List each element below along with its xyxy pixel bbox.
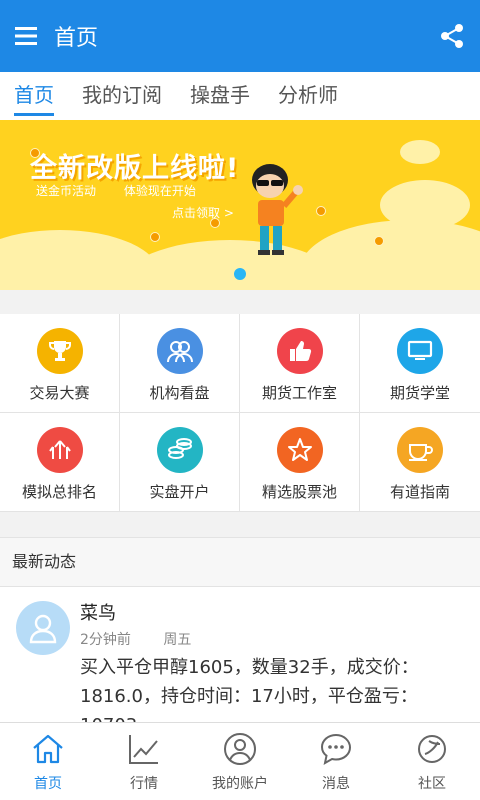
tab-subscriptions[interactable]: 我的订阅	[82, 72, 162, 120]
promo-banner[interactable]: 全新改版上线啦! 送金币活动 体验现在开始 点击领取 >	[0, 120, 480, 290]
arrows-up-icon	[36, 427, 83, 473]
grid-item-label: 有道指南	[389, 483, 450, 501]
nav-market[interactable]: 行情	[96, 723, 192, 800]
latest-section-title: 最新动态	[0, 537, 480, 587]
grid-item-institution-view[interactable]: 机构看盘	[120, 314, 240, 413]
home-icon	[30, 731, 66, 767]
share-button[interactable]	[438, 22, 466, 50]
trophy-icon	[36, 328, 83, 374]
nav-home[interactable]: 首页	[0, 723, 96, 800]
banner-subtitle: 送金币活动 体验现在开始	[36, 182, 220, 199]
feed-time: 2分钟前	[80, 632, 131, 648]
community-icon	[414, 731, 450, 767]
bottom-nav: 首页 行情 我的账户 消息 社区	[0, 722, 480, 800]
tab-analysts[interactable]: 分析师	[278, 72, 338, 120]
nav-account[interactable]: 我的账户	[192, 723, 288, 800]
grid-item-label: 期货工作室	[261, 384, 337, 402]
page-title: 首页	[54, 26, 99, 51]
group-icon	[156, 328, 203, 374]
grid-item-guide[interactable]: 有道指南	[360, 413, 480, 512]
menu-icon	[15, 27, 37, 45]
cartoon-character	[252, 164, 303, 255]
grid-item-futures-school[interactable]: 期货学堂	[360, 314, 480, 413]
grid-item-label: 交易大赛	[29, 384, 90, 402]
grid-item-label: 精选股票池	[261, 483, 337, 501]
tab-home[interactable]: 首页	[14, 72, 54, 120]
nav-label: 首页	[34, 776, 62, 792]
nav-label: 社区	[418, 776, 446, 792]
avatar[interactable]	[16, 601, 70, 655]
feed-user-name[interactable]: 菜鸟	[80, 599, 116, 625]
grid-item-label: 机构看盘	[149, 384, 210, 402]
banner-sub-left: 送金币活动	[36, 184, 97, 198]
grid-item-simulated-ranking[interactable]: 模拟总排名	[0, 413, 120, 512]
share-icon	[441, 24, 463, 48]
star-icon	[276, 427, 323, 473]
nav-messages[interactable]: 消息	[288, 723, 384, 800]
grid-item-open-account[interactable]: 实盘开户	[120, 413, 240, 512]
grid-item-stock-pool[interactable]: 精选股票池	[240, 413, 360, 512]
thumbs-up-icon	[276, 328, 323, 374]
account-icon	[222, 731, 258, 767]
grid-item-label: 模拟总排名	[21, 483, 97, 501]
nav-label: 我的账户	[212, 776, 268, 792]
banner-cta[interactable]: 点击领取 >	[172, 204, 234, 221]
feed-meta: 2分钟前 周五	[80, 629, 219, 649]
coins-icon	[156, 427, 203, 473]
monitor-icon	[397, 328, 443, 374]
cup-icon	[397, 427, 443, 473]
carousel-indicator	[234, 268, 246, 280]
banner-headline: 全新改版上线啦!	[30, 153, 240, 184]
tab-traders[interactable]: 操盘手	[190, 72, 250, 120]
nav-label: 消息	[322, 776, 350, 792]
grid-item-trading-contest[interactable]: 交易大赛	[0, 314, 120, 413]
feed-item[interactable]: 菜鸟 2分钟前 周五 买入平仓甲醇1605，数量32手，成交价：1816.0，持…	[0, 587, 480, 723]
nav-label: 行情	[130, 776, 158, 792]
grid-item-label: 期货学堂	[389, 384, 450, 402]
feed-day: 周五	[163, 632, 192, 648]
message-icon	[318, 731, 354, 767]
nav-community[interactable]: 社区	[384, 723, 480, 800]
feed-text: 买入平仓甲醇1605，数量32手，成交价：1816.0，持仓时间：17小时，平仓…	[80, 657, 419, 723]
grid-item-futures-studio[interactable]: 期货工作室	[240, 314, 360, 413]
user-avatar-icon	[29, 614, 57, 644]
chart-icon	[126, 731, 162, 767]
tab-bar: 首页 我的订阅 操盘手 分析师	[0, 72, 480, 120]
feature-grid: 交易大赛 机构看盘 期货工作室 期货学堂 模拟总排名 实盘开户 精选股票池 有道…	[0, 314, 480, 512]
app-bar: 首页	[0, 0, 480, 72]
menu-button[interactable]	[2, 0, 50, 72]
grid-item-label: 实盘开户	[149, 483, 210, 501]
banner-sub-right: 体验现在开始	[123, 184, 196, 198]
